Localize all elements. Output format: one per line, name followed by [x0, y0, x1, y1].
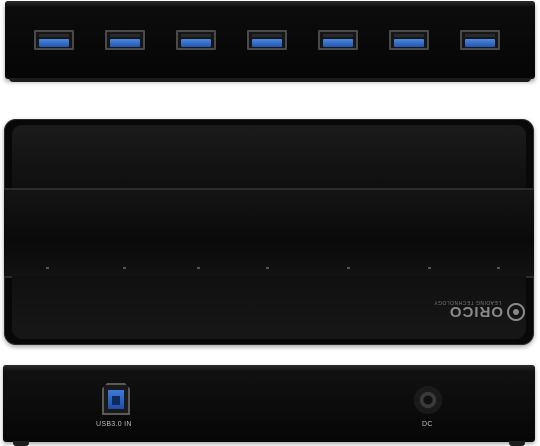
usb-b-port-icon	[102, 383, 130, 415]
usb-a-port-icon	[247, 30, 287, 50]
brand-tagline: LEADING TECHNOLOGY	[433, 299, 501, 305]
usb-a-port-icon	[176, 30, 216, 50]
usb-a-port-icon	[318, 30, 358, 50]
indicator-led	[428, 267, 431, 269]
hub-top-body: ORICO LEADING TECHNOLOGY	[4, 119, 534, 345]
top-band	[4, 188, 534, 278]
usb-input-label: USB3.0 IN	[96, 421, 132, 428]
top-plate	[12, 125, 526, 188]
indicator-led	[497, 267, 500, 269]
usb-a-port-icon	[389, 30, 429, 50]
hub-back-view: USB3.0 IN DC	[0, 360, 540, 446]
usb-a-port-icon	[34, 30, 74, 50]
hub-front-body	[5, 1, 535, 82]
usb-a-port-icon	[460, 30, 500, 50]
indicator-led	[347, 267, 350, 269]
indicator-led	[46, 267, 49, 269]
rubber-foot	[509, 441, 525, 446]
hub-back-body: USB3.0 IN DC	[3, 365, 535, 446]
brand-mark: ORICO LEADING TECHNOLOGY	[420, 295, 525, 321]
usb-a-port-icon	[105, 30, 145, 50]
dc-jack-icon	[414, 386, 442, 414]
orico-logo-icon	[507, 303, 525, 321]
brand-name: ORICO	[448, 303, 503, 321]
hub-top-view: ORICO LEADING TECHNOLOGY	[0, 115, 540, 350]
rubber-foot	[13, 441, 29, 446]
dc-label: DC	[422, 421, 433, 428]
hub-front-view	[0, 0, 540, 84]
indicator-led	[123, 267, 126, 269]
indicator-led	[266, 267, 269, 269]
indicator-led	[197, 267, 200, 269]
